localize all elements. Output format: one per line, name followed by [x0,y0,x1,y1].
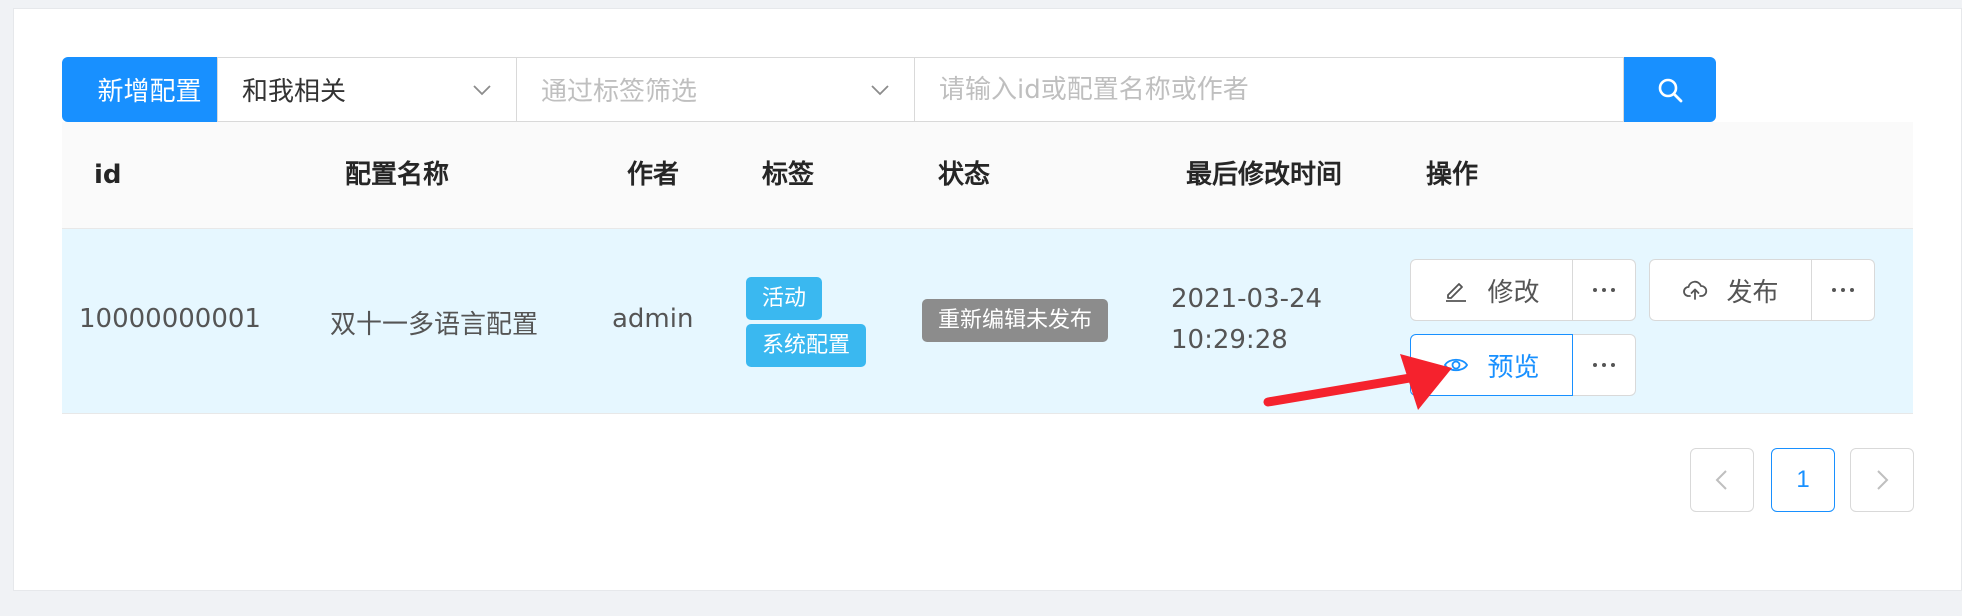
cell-id: 10000000001 [79,304,261,334]
pagination-prev-button[interactable] [1690,448,1754,512]
new-config-button[interactable]: 新增配置 [62,57,217,122]
publish-button[interactable]: 发布 [1649,259,1812,321]
edit-button[interactable]: 修改 [1410,259,1573,321]
edit-icon [1446,283,1467,302]
column-header-modified: 最后修改时间 [1186,160,1343,190]
search-button[interactable] [1624,57,1716,122]
more-icon [1593,363,1615,367]
more-icon [1593,288,1615,292]
status-badge: 重新编辑未发布 [922,299,1109,342]
column-header-actions: 操作 [1426,160,1479,190]
preview-button-label: 预览 [1487,352,1540,383]
publish-button-label: 发布 [1726,277,1779,308]
preview-more-button[interactable] [1573,334,1636,396]
tag-badge[interactable]: 系统配置 [746,324,867,367]
edit-more-button[interactable] [1573,259,1636,321]
chevron-down-icon [473,84,491,95]
column-header-id: id [94,160,122,190]
tag-badge[interactable]: 活动 [746,277,823,320]
chevron-left-icon [1715,470,1727,490]
pagination-next-button[interactable] [1850,448,1914,512]
column-header-status: 状态 [938,160,991,190]
relation-filter-value: 和我相关 [242,77,347,107]
relation-filter-select[interactable]: 和我相关 [217,57,517,122]
upload-cloud-icon [1683,280,1708,300]
toolbar: 新增配置 和我相关 通过标签筛选 [62,57,1716,122]
column-header-name: 配置名称 [345,160,450,190]
table-header: id 配置名称 作者 标签 状态 最后修改时间 操作 [62,122,1913,229]
table-row: 10000000001 双十一多语言配置 admin 活动 系统配置 重新编辑未… [62,229,1913,414]
tag-filter-select[interactable]: 通过标签筛选 [517,57,915,122]
search-input[interactable] [915,57,1624,122]
chevron-right-icon [1877,470,1889,490]
column-header-author: 作者 [627,160,680,190]
chevron-down-icon [871,84,889,95]
cell-author: admin [612,304,694,334]
search-icon [1658,78,1683,102]
edit-button-label: 修改 [1487,277,1540,308]
cell-name: 双十一多语言配置 [330,310,539,340]
pagination-page-1[interactable]: 1 [1771,448,1835,512]
annotation-arrow-icon [1263,354,1452,410]
cell-modified-date: 2021-03-24 [1171,284,1323,314]
column-header-tags: 标签 [762,160,815,190]
more-icon [1832,288,1854,292]
publish-more-button[interactable] [1812,259,1875,321]
tag-filter-placeholder: 通过标签筛选 [541,77,698,107]
